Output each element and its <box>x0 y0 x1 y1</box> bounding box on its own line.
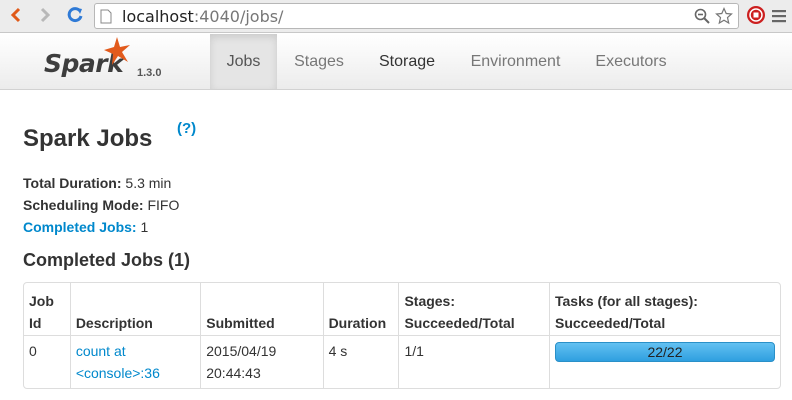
table-header-row: Job Id Description Submitted Duration Sta… <box>24 283 780 335</box>
header-job-id-line2: Id <box>29 315 42 331</box>
submitted-time: 20:44:43 <box>206 365 261 381</box>
header-tasks[interactable]: Tasks (for all stages): Succeeded/Total <box>549 283 780 335</box>
spark-version: 1.3.0 <box>137 67 162 79</box>
completed-jobs-summary: Completed Jobs: 1 <box>23 219 148 235</box>
header-stages[interactable]: Stages: Succeeded/Total <box>398 283 549 335</box>
total-duration: Total Duration: 5.3 min <box>23 175 171 191</box>
completed-jobs-link[interactable]: Completed Jobs: <box>23 219 137 235</box>
submitted-date: 2015/04/19 <box>206 343 277 359</box>
scheduling-mode-value: FIFO <box>147 197 180 213</box>
header-stages-line1: Stages: <box>404 293 456 309</box>
job-description-link[interactable]: count at <console>:36 <box>76 343 160 381</box>
back-arrow-icon <box>10 7 21 23</box>
cell-submitted: 2015/04/19 20:44:43 <box>200 335 323 388</box>
header-job-id-line1: Job <box>29 293 54 309</box>
tab-storage[interactable]: Storage <box>361 34 453 89</box>
table-row: 0 count at <console>:36 2015/04/19 20:44:4… <box>24 335 780 388</box>
header-submitted[interactable]: Submitted <box>200 283 322 335</box>
browser-toolbar: localhost:4040/jobs/ <box>0 0 792 33</box>
extension-stop-icon[interactable] <box>746 5 766 25</box>
header-tasks-line2: Succeeded/Total <box>555 315 666 331</box>
completed-jobs-heading[interactable]: Completed Jobs (1) <box>23 250 190 271</box>
total-duration-label: Total Duration: <box>23 175 122 191</box>
back-button[interactable] <box>5 4 27 26</box>
bookmark-star-icon[interactable] <box>715 7 733 25</box>
zoom-icon[interactable] <box>694 8 710 24</box>
cell-job-id: 0 <box>24 335 70 388</box>
header-tasks-line1: Tasks (for all stages): <box>555 293 698 309</box>
menu-icon[interactable] <box>772 9 786 23</box>
tasks-progress-bar: 22/22 <box>555 342 775 362</box>
url-path: :4040/jobs/ <box>193 7 284 26</box>
header-duration[interactable]: Duration <box>322 283 399 335</box>
scheduling-mode: Scheduling Mode: FIFO <box>23 197 179 213</box>
tab-environment[interactable]: Environment <box>453 34 578 89</box>
url-text: localhost:4040/jobs/ <box>122 7 283 26</box>
address-bar[interactable]: localhost:4040/jobs/ <box>94 3 739 29</box>
reload-icon <box>67 7 83 23</box>
forward-button[interactable] <box>34 4 56 26</box>
tab-jobs[interactable]: Jobs <box>210 34 277 89</box>
url-host: localhost <box>122 7 194 26</box>
spark-logo[interactable]: Spark 1.3.0 <box>44 36 194 88</box>
cell-tasks: 22/22 <box>549 335 780 388</box>
page-icon <box>100 9 112 24</box>
header-description[interactable]: Description <box>69 283 200 335</box>
scheduling-mode-label: Scheduling Mode: <box>23 197 144 213</box>
header-job-id[interactable]: Job Id <box>24 283 70 335</box>
cell-stages: 1/1 <box>398 335 549 388</box>
tab-stages[interactable]: Stages <box>277 34 361 89</box>
page-title: Spark Jobs <box>23 125 153 152</box>
description-line1: count at <box>75 343 126 359</box>
cell-description: count at <console>:36 <box>69 335 201 388</box>
completed-jobs-count: 1 <box>140 219 149 235</box>
tab-executors[interactable]: Executors <box>578 34 684 89</box>
description-line2: <console>:36 <box>75 365 160 381</box>
tasks-progress-text: 22/22 <box>647 344 683 360</box>
header-stages-line2: Succeeded/Total <box>404 315 515 331</box>
forward-arrow-icon <box>40 7 51 23</box>
reload-button[interactable] <box>64 4 86 26</box>
total-duration-value: 5.3 min <box>125 175 172 191</box>
cell-duration: 4 s <box>322 335 399 388</box>
completed-jobs-table: Job Id Description Submitted Duration Sta… <box>23 282 781 389</box>
spark-star-icon <box>104 37 130 65</box>
help-link[interactable]: (?) <box>177 120 196 137</box>
spark-navbar: Spark 1.3.0 Jobs Stages Storage Environm… <box>0 34 792 90</box>
